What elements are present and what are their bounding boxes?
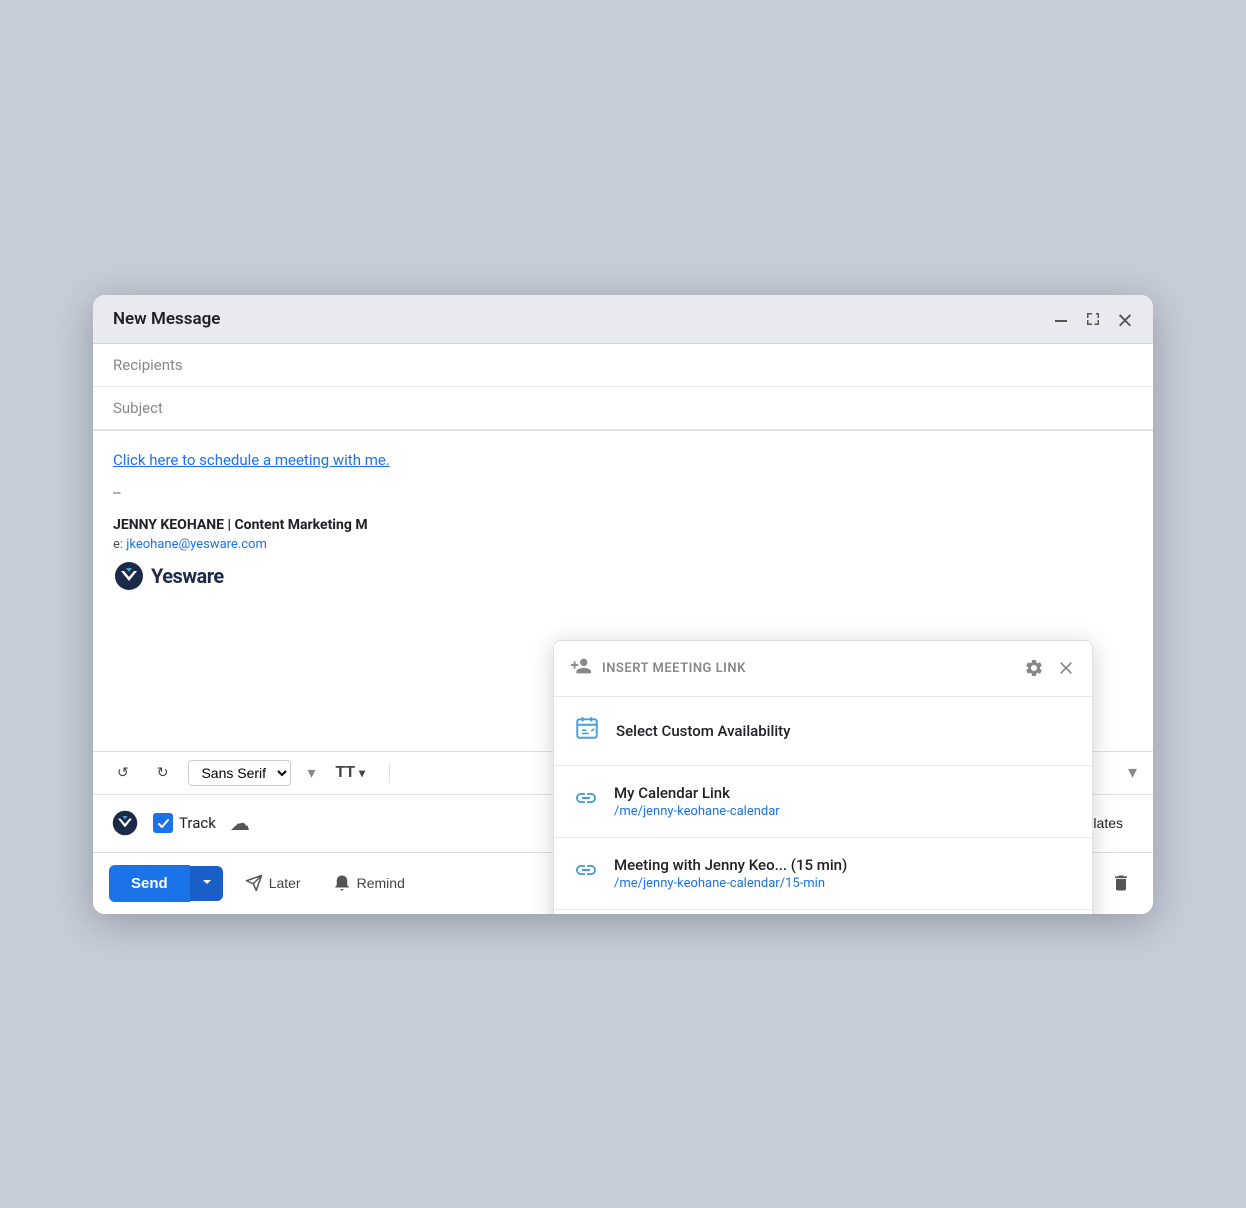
calendar-link-title: My Calendar Link (614, 784, 780, 802)
popup-header-title: INSERT MEETING LINK (602, 661, 1014, 676)
my-calendar-link-item[interactable]: My Calendar Link /me/jenny-keohane-calen… (554, 766, 1092, 838)
select-custom-availability-item[interactable]: Select Custom Availability (554, 697, 1092, 766)
later-button[interactable]: Later (235, 868, 311, 898)
delete-button[interactable] (1105, 867, 1137, 899)
popup-close-button[interactable] (1056, 658, 1076, 678)
font-size-button[interactable]: TT ▾ (328, 760, 374, 786)
meeting-15min-url: /me/jenny-keohane-calendar/15-min (614, 876, 847, 891)
calendar-edit-icon (574, 715, 600, 747)
meeting-15min-icon (574, 858, 598, 888)
recipients-field[interactable]: Recipients (93, 344, 1153, 387)
subject-field[interactable]: Subject (93, 387, 1153, 430)
remind-button[interactable]: Remind (323, 868, 415, 898)
yesware-icon (113, 560, 145, 592)
schedule-link[interactable]: Click here to schedule a meeting with me… (113, 451, 390, 469)
yesware-y-button[interactable] (109, 807, 141, 839)
minimize-button[interactable] (1053, 311, 1069, 327)
track-checkbox[interactable] (153, 813, 173, 833)
toolbar-separator (389, 763, 390, 783)
custom-availability-title: Select Custom Availability (616, 722, 790, 740)
track-label: Track (179, 814, 216, 832)
undo-button[interactable]: ↺ (109, 760, 137, 785)
select-custom-availability-text: Select Custom Availability (616, 722, 790, 740)
toolbar-expand-arrow[interactable]: ▾ (1128, 762, 1137, 783)
send-button-group: Send (109, 865, 223, 902)
signature-email-link[interactable]: jkeohane@yesware.com (126, 537, 267, 552)
meeting-15min-item[interactable]: Meeting with Jenny Keo... (15 min) /me/j… (554, 838, 1092, 910)
signature-name: JENNY KEOHANE | Content Marketing M (113, 517, 1133, 533)
cloud-save-button[interactable]: ☁ (224, 805, 256, 842)
font-family-select[interactable]: Sans Serif (188, 760, 291, 786)
calendar-link-icon (574, 786, 598, 816)
yesware-logo: Yesware (113, 560, 1133, 592)
my-calendar-link-text: My Calendar Link /me/jenny-keohane-calen… (614, 784, 780, 819)
compose-fields: Recipients Subject (93, 344, 1153, 431)
meeting-30min-item[interactable]: Meeting with Jenny Keo... (30 min) /me/j… (554, 910, 1092, 914)
meeting-link-popup: INSERT MEETING LINK Select Custom Availa… (553, 640, 1093, 914)
compose-header-actions (1053, 311, 1133, 327)
meeting-15min-title: Meeting with Jenny Keo... (15 min) (614, 856, 847, 874)
send-button[interactable]: Send (109, 865, 190, 902)
send-dropdown-button[interactable] (190, 866, 223, 901)
redo-button[interactable]: ↻ (149, 760, 177, 785)
close-compose-button[interactable] (1117, 311, 1133, 327)
track-area: Track (153, 813, 216, 833)
expand-button[interactable] (1085, 311, 1101, 327)
compose-header: New Message (93, 295, 1153, 344)
signature-divider: -- (113, 485, 1133, 501)
yesware-brand-text: Yesware (151, 564, 224, 588)
signature-email: e: jkeohane@yesware.com (113, 537, 1133, 552)
compose-title: New Message (113, 309, 220, 329)
popup-header-actions (1024, 658, 1076, 678)
calendar-link-url: /me/jenny-keohane-calendar (614, 804, 780, 819)
popup-settings-button[interactable] (1024, 658, 1044, 678)
person-add-icon (570, 655, 592, 682)
meeting-15min-text: Meeting with Jenny Keo... (15 min) /me/j… (614, 856, 847, 891)
compose-window: New Message Recipients Subject Click her… (93, 295, 1153, 914)
popup-header: INSERT MEETING LINK (554, 641, 1092, 697)
